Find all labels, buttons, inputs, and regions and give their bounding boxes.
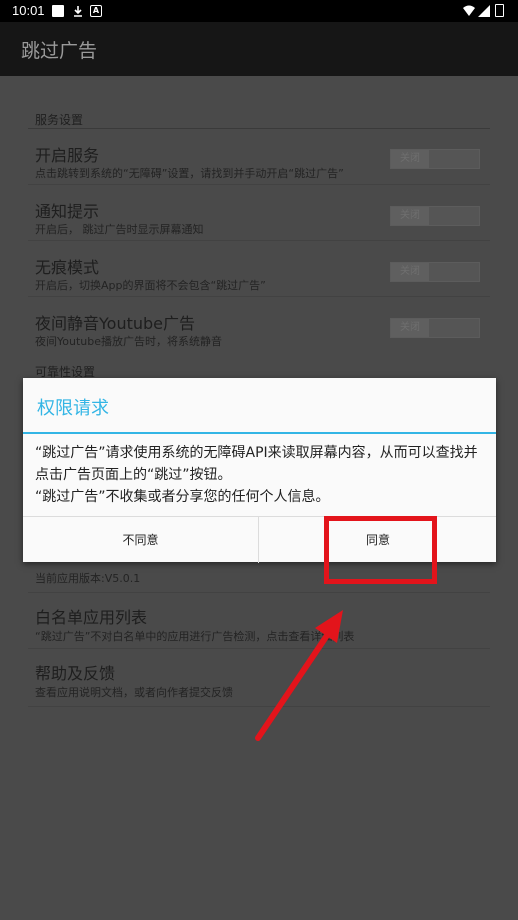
annotation-arrow-icon: [255, 610, 343, 741]
